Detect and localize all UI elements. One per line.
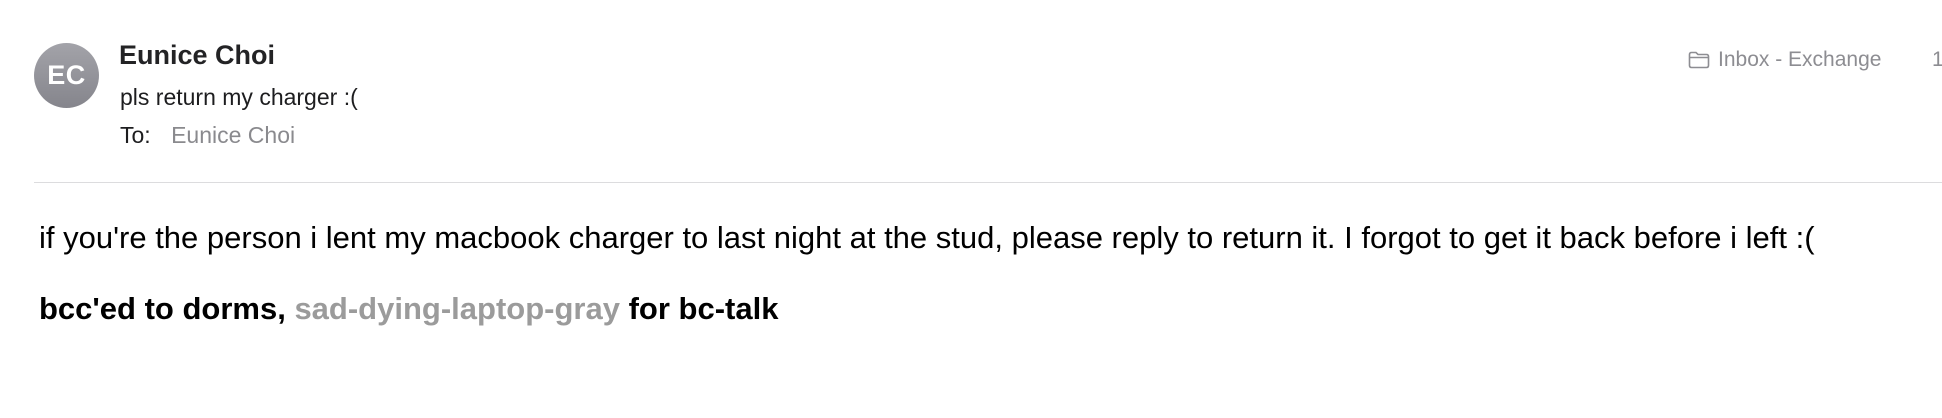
bcc-suffix: for bc-talk xyxy=(628,291,779,326)
recipient-name[interactable]: Eunice Choi xyxy=(171,122,295,148)
sender-name[interactable]: Eunice Choi xyxy=(119,40,275,71)
subject-line: pls return my charger :( xyxy=(120,84,358,110)
bcc-prefix: bcc'ed to dorms, xyxy=(39,291,286,326)
to-label: To: xyxy=(120,122,151,148)
header-divider xyxy=(34,182,1942,183)
mailbox-label: Inbox - Exchange xyxy=(1718,48,1882,71)
recipients-row: To: Eunice Choi xyxy=(120,122,295,149)
mailbox-location[interactable]: Inbox - Exchange xyxy=(1688,48,1881,72)
timestamp: 1 xyxy=(1932,48,1942,71)
bcc-hidden-text: sad-dying-laptop-gray xyxy=(294,291,620,326)
bcc-note: bcc'ed to dorms, sad-dying-laptop-gray f… xyxy=(39,291,778,327)
body-paragraph: if you're the person i lent my macbook c… xyxy=(39,220,1815,255)
avatar[interactable]: EC xyxy=(34,43,99,108)
folder-icon xyxy=(1688,51,1710,69)
avatar-initials: EC xyxy=(47,60,86,90)
